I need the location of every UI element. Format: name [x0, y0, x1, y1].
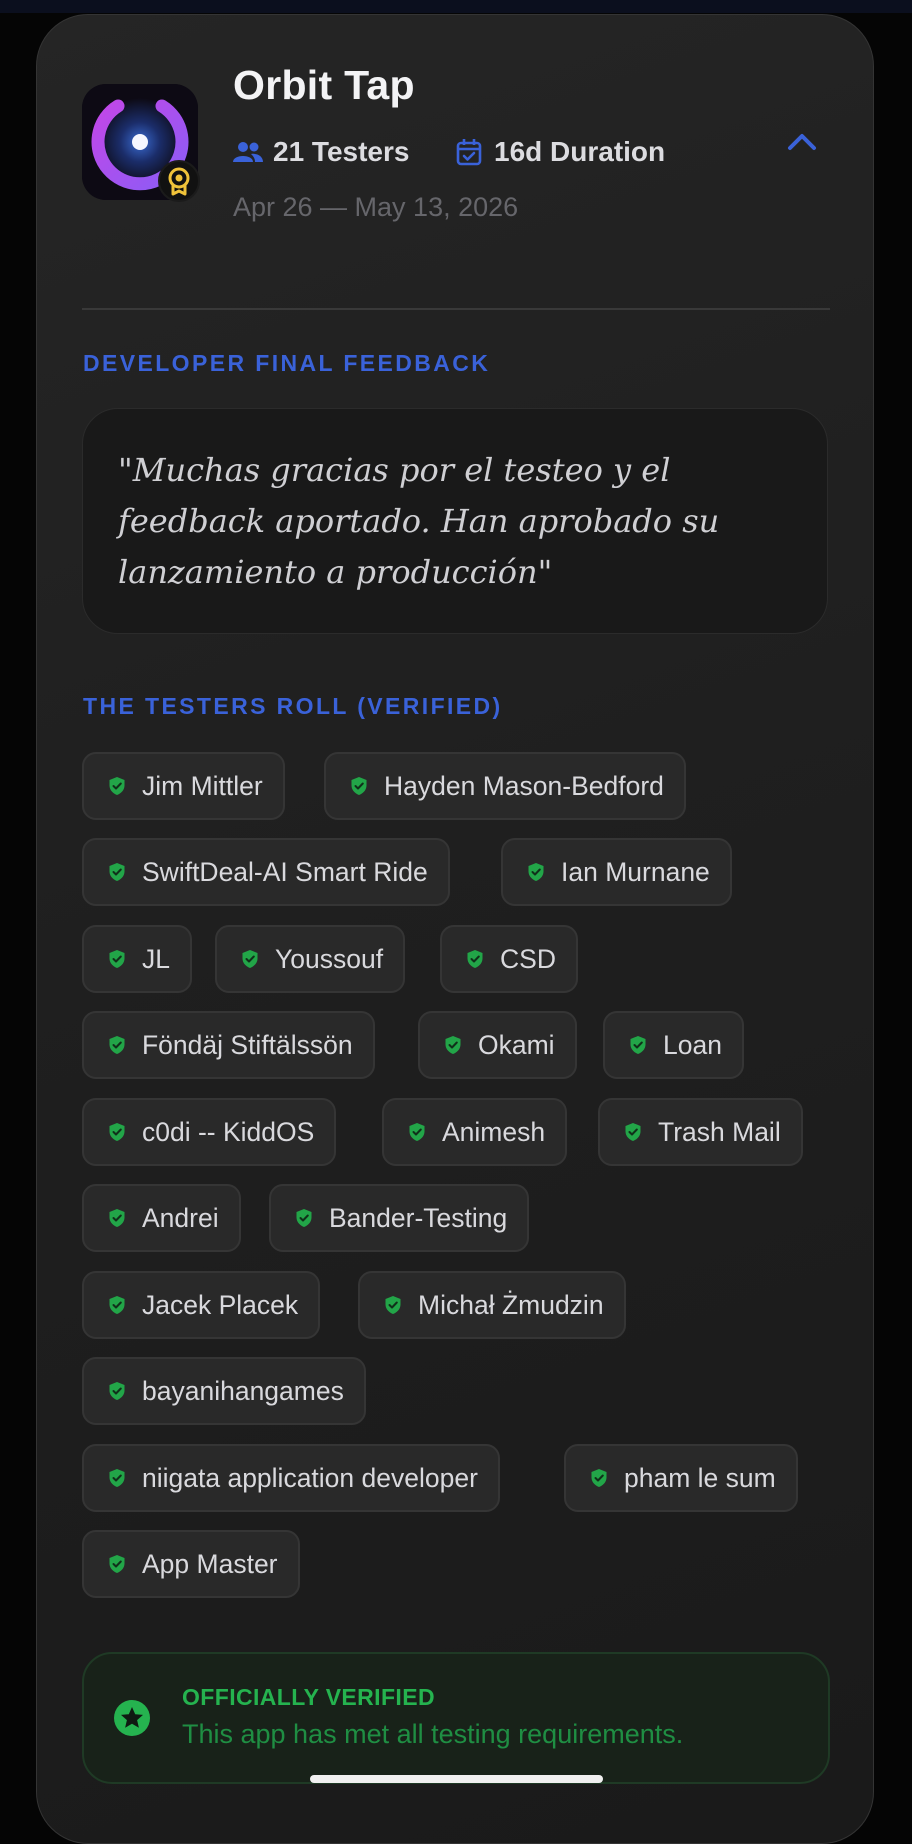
tester-tag: SwiftDeal-AI Smart Ride [82, 838, 450, 906]
tester-name: Loan [663, 1029, 722, 1060]
award-badge-icon [158, 160, 200, 202]
tester-tag: CSD [440, 925, 578, 993]
tester-tag: Föndäj Stiftälssön [82, 1011, 375, 1079]
shield-check-icon [109, 1036, 125, 1054]
collapse-button[interactable] [784, 124, 820, 160]
tester-tag: Jacek Placek [82, 1271, 321, 1339]
tester-name: JL [142, 943, 170, 974]
calendar-check-icon [452, 135, 486, 169]
shield-check-icon [109, 1555, 125, 1573]
home-indicator[interactable] [310, 1775, 603, 1783]
tester-tag: pham le sum [564, 1444, 798, 1512]
shield-check-icon [385, 1296, 401, 1314]
tester-name: CSD [500, 943, 556, 974]
tester-name: Föndäj Stiftälssön [142, 1029, 353, 1060]
tester-tag: c0di -- KiddOS [82, 1098, 337, 1166]
shield-check-icon [296, 1209, 312, 1227]
shield-check-icon [351, 777, 367, 795]
tester-name: Michał Żmudzin [418, 1289, 604, 1320]
tester-tag: Andrei [82, 1184, 241, 1252]
tester-name: c0di -- KiddOS [142, 1116, 315, 1147]
feedback-quote: "Muchas gracias por el testeo y el feedb… [118, 451, 720, 591]
tester-tag: Jim Mittler [82, 752, 285, 820]
tester-tag: JL [82, 925, 192, 993]
app-title: Orbit Tap [233, 62, 415, 108]
shield-check-icon [109, 1123, 125, 1141]
tester-tag: Trash Mail [598, 1098, 803, 1166]
verified-title: OFFICIALLY VERIFIED [182, 1684, 435, 1710]
tester-tag: Okami [418, 1011, 577, 1079]
shield-check-icon [409, 1123, 425, 1141]
tester-tag: Bander-Testing [269, 1184, 530, 1252]
duration-value: 16d Duration [494, 136, 666, 167]
shield-check-icon [109, 950, 125, 968]
tester-tag: niigata application developer [82, 1444, 500, 1512]
feedback-section-label: DEVELOPER FINAL FEEDBACK [83, 350, 491, 376]
shield-check-icon [242, 950, 258, 968]
shield-check-icon [591, 1469, 607, 1487]
shield-check-icon [445, 1036, 461, 1054]
shield-check-icon [467, 950, 483, 968]
tester-tag: Michał Żmudzin [358, 1271, 626, 1339]
tester-name: Andrei [142, 1202, 219, 1233]
tester-tag: Ian Murnane [501, 838, 732, 906]
testers-stat: 21 Testers [231, 132, 409, 172]
tester-tag: Loan [603, 1011, 744, 1079]
tester-name: Youssouf [275, 943, 384, 974]
status-bar [0, 0, 912, 13]
tester-name: Trash Mail [658, 1116, 781, 1147]
test-dates: Apr 26 — May 13, 2026 [233, 192, 519, 222]
testers-section-label: THE TESTERS ROLL (VERIFIED) [83, 693, 503, 719]
shield-check-icon [109, 1382, 125, 1400]
tester-name: Ian Murnane [561, 856, 710, 887]
tester-tag: Hayden Mason-Bedford [324, 752, 686, 820]
tester-name: niigata application developer [142, 1462, 478, 1493]
tester-name: pham le sum [624, 1462, 776, 1493]
shield-check-icon [109, 863, 125, 881]
chevron-up-icon [788, 134, 816, 150]
tester-name: Jim Mittler [142, 770, 263, 801]
shield-check-icon [625, 1123, 641, 1141]
shield-check-icon [109, 777, 125, 795]
tester-tag: Youssouf [215, 925, 406, 993]
shield-check-icon [109, 1209, 125, 1227]
tester-tag: bayanihangames [82, 1357, 366, 1425]
tester-name: SwiftDeal-AI Smart Ride [142, 856, 428, 887]
star-circle-icon [112, 1698, 152, 1738]
shield-check-icon [630, 1036, 646, 1054]
tester-name: Okami [478, 1029, 555, 1060]
people-icon [231, 135, 265, 169]
tester-name: Animesh [442, 1116, 546, 1147]
duration-stat: 16d Duration [452, 132, 665, 172]
tester-name: App Master [142, 1548, 278, 1579]
divider [82, 308, 830, 310]
verified-banner [82, 1652, 830, 1784]
shield-check-icon [528, 863, 544, 881]
tester-name: Hayden Mason-Bedford [384, 770, 664, 801]
testers-count: 21 Testers [273, 136, 410, 167]
tester-tag: Animesh [382, 1098, 568, 1166]
tester-name: Jacek Placek [142, 1289, 299, 1320]
tester-name: bayanihangames [142, 1375, 344, 1406]
shield-check-icon [109, 1469, 125, 1487]
tester-tag: App Master [82, 1530, 300, 1598]
verified-subtitle: This app has met all testing requirement… [182, 1719, 684, 1749]
tester-name: Bander-Testing [329, 1202, 508, 1233]
shield-check-icon [109, 1296, 125, 1314]
